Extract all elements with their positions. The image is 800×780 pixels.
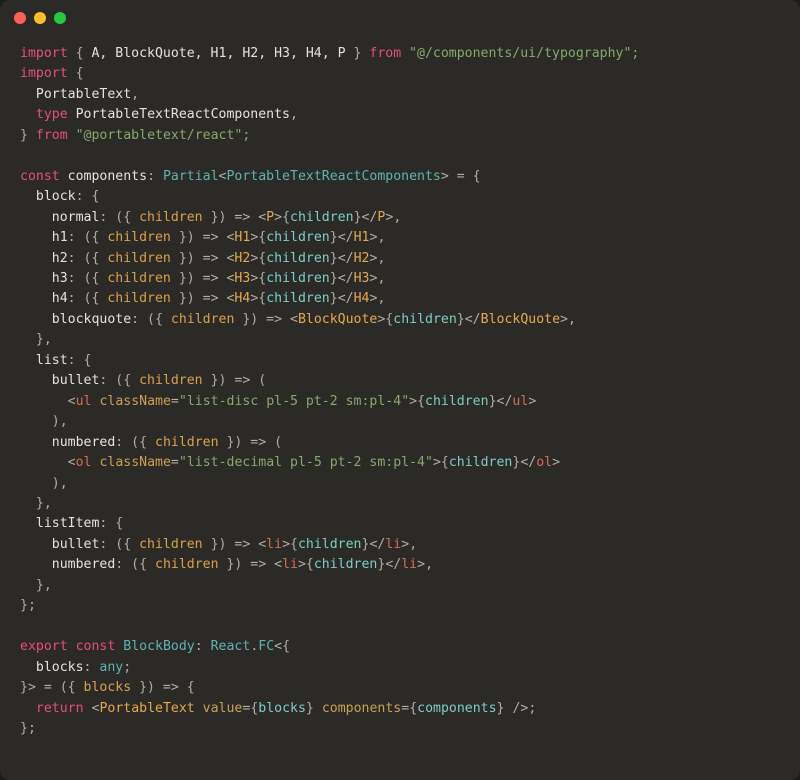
- line: <ol className="list-decimal pl-5 pt-2 sm…: [20, 455, 560, 470]
- line: import {: [20, 66, 84, 81]
- line: list: {: [20, 353, 91, 368]
- line: },: [20, 578, 52, 593]
- line: ),: [20, 414, 68, 429]
- window-titlebar: [0, 0, 800, 30]
- line: } from "@portabletext/react";: [20, 128, 250, 143]
- line: numbered: ({ children }) => (: [20, 435, 282, 450]
- close-icon[interactable]: [14, 12, 26, 24]
- line: },: [20, 332, 52, 347]
- line: ),: [20, 476, 68, 491]
- line: type PortableTextReactComponents,: [20, 107, 298, 122]
- line: <ul className="list-disc pl-5 pt-2 sm:pl…: [20, 394, 536, 409]
- line: numbered: ({ children }) => <li>{childre…: [20, 557, 433, 572]
- line: return <PortableText value={blocks} comp…: [20, 701, 536, 716]
- line: h1: ({ children }) => <H1>{children}</H1…: [20, 230, 385, 245]
- line: import { A, BlockQuote, H1, H2, H3, H4, …: [20, 46, 639, 61]
- line: };: [20, 721, 36, 736]
- line: }> = ({ blocks }) => {: [20, 680, 195, 695]
- line: bullet: ({ children }) => (: [20, 373, 266, 388]
- line: bullet: ({ children }) => <li>{children}…: [20, 537, 417, 552]
- line: block: {: [20, 189, 99, 204]
- minimize-icon[interactable]: [34, 12, 46, 24]
- code-block[interactable]: import { A, BlockQuote, H1, H2, H3, H4, …: [0, 30, 800, 759]
- line: };: [20, 598, 36, 613]
- line: h3: ({ children }) => <H3>{children}</H3…: [20, 271, 385, 286]
- line: blocks: any;: [20, 660, 131, 675]
- editor-window: import { A, BlockQuote, H1, H2, H3, H4, …: [0, 0, 800, 780]
- line: PortableText,: [20, 87, 139, 102]
- line: export const BlockBody: React.FC<{: [20, 639, 290, 654]
- line: normal: ({ children }) => <P>{children}<…: [20, 210, 401, 225]
- line: h2: ({ children }) => <H2>{children}</H2…: [20, 251, 385, 266]
- maximize-icon[interactable]: [54, 12, 66, 24]
- line: const components: Partial<PortableTextRe…: [20, 169, 481, 184]
- line: blockquote: ({ children }) => <BlockQuot…: [20, 312, 576, 327]
- line: listItem: {: [20, 516, 123, 531]
- line: h4: ({ children }) => <H4>{children}</H4…: [20, 291, 385, 306]
- line: },: [20, 496, 52, 511]
